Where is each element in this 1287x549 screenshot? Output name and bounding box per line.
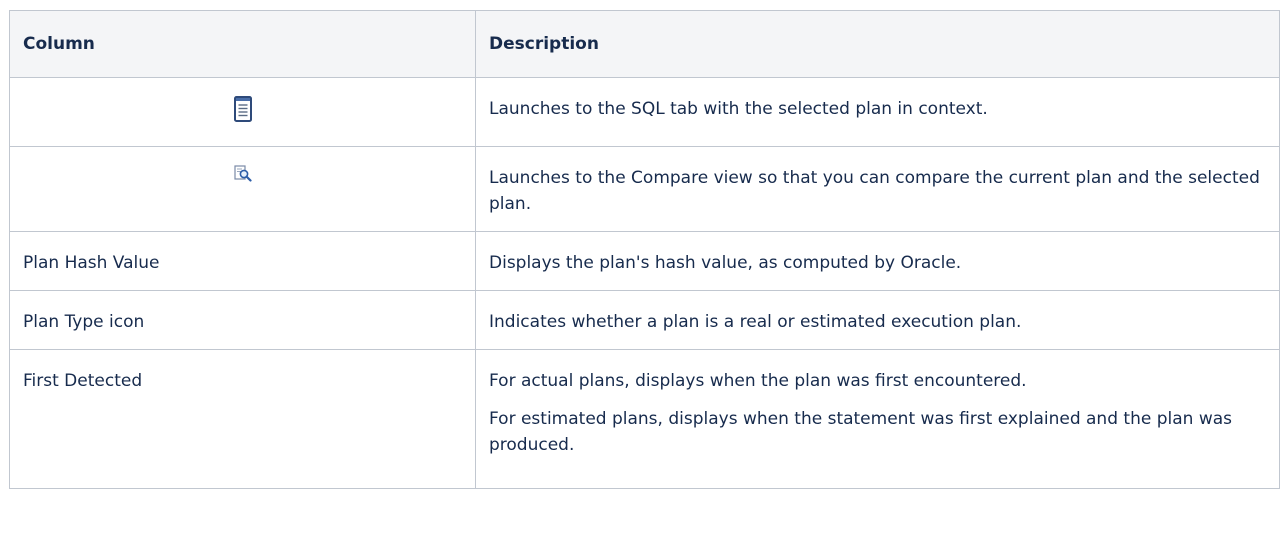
column-header: Column xyxy=(9,10,476,78)
description-cell: Launches to the Compare view so that you… xyxy=(475,146,1280,232)
table-row: Plan Hash Value Displays the plan's hash… xyxy=(9,231,1280,291)
table-header-row: Column Description xyxy=(9,10,1280,78)
description-text: For estimated plans, displays when the s… xyxy=(489,409,1232,455)
description-cell: Launches to the SQL tab with the selecte… xyxy=(475,77,1280,147)
description-cell: Displays the plan's hash value, as compu… xyxy=(475,231,1280,291)
column-cell xyxy=(9,146,476,232)
table-row: First Detected For actual plans, display… xyxy=(9,349,1280,489)
column-cell: Plan Hash Value xyxy=(9,231,476,291)
sql-document-icon xyxy=(233,96,252,130)
column-cell xyxy=(9,77,476,147)
columns-description-table: Column Description Launches to the SQL t… xyxy=(9,10,1280,489)
description-header: Description xyxy=(475,10,1280,78)
table-row: Launches to the Compare view so that you… xyxy=(9,146,1280,232)
table-row: Launches to the SQL tab with the selecte… xyxy=(9,77,1280,147)
compare-magnifier-icon xyxy=(233,165,252,191)
description-text: Indicates whether a plan is a real or es… xyxy=(489,312,1022,332)
description-cell: For actual plans, displays when the plan… xyxy=(475,349,1280,489)
description-text: Displays the plan's hash value, as compu… xyxy=(489,253,962,273)
description-text: For actual plans, displays when the plan… xyxy=(489,371,1027,391)
column-cell: First Detected xyxy=(9,349,476,489)
column-cell: Plan Type icon xyxy=(9,290,476,350)
description-text: Launches to the Compare view so that you… xyxy=(489,168,1260,214)
description-text: Launches to the SQL tab with the selecte… xyxy=(489,99,988,119)
table-row: Plan Type icon Indicates whether a plan … xyxy=(9,290,1280,350)
description-cell: Indicates whether a plan is a real or es… xyxy=(475,290,1280,350)
